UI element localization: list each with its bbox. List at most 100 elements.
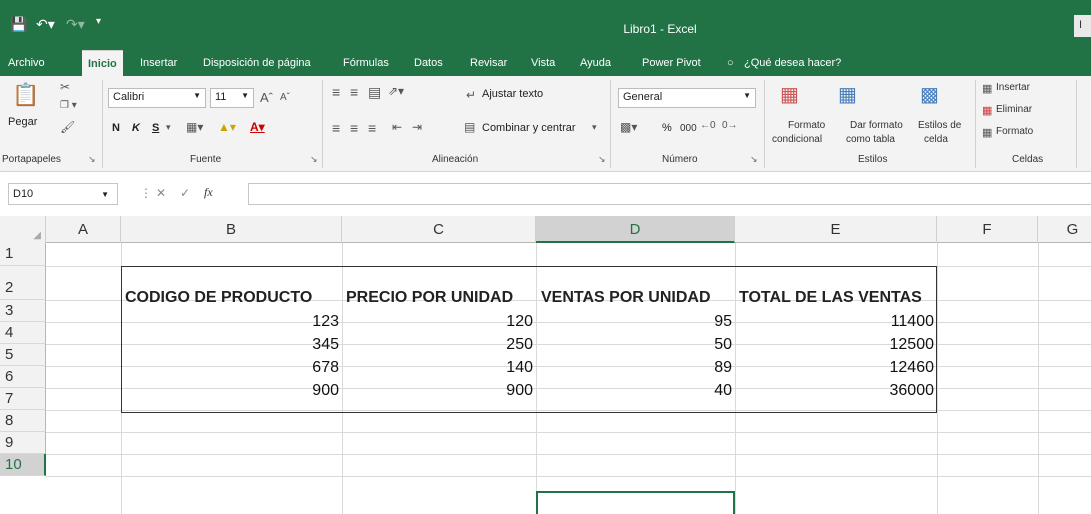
name-box[interactable]: D10 ▼: [8, 183, 118, 205]
cell-d5[interactable]: 89: [536, 357, 732, 379]
row-header-4[interactable]: 4: [0, 322, 46, 344]
orientation-icon[interactable]: ⇗▾: [388, 84, 404, 98]
chevron-down-icon[interactable]: ▾: [166, 122, 171, 133]
format-as-table-label-2[interactable]: como tabla: [846, 134, 895, 145]
selected-cell-d10[interactable]: [536, 491, 735, 514]
percent-button[interactable]: %: [662, 122, 672, 134]
chevron-down-icon[interactable]: ▾: [592, 122, 597, 133]
align-left-icon[interactable]: ≡: [332, 120, 340, 136]
enter-icon[interactable]: ✓: [180, 186, 190, 200]
insert-cells-button[interactable]: Insertar: [996, 82, 1030, 93]
cell-c5[interactable]: 140: [342, 357, 533, 379]
cell-c3[interactable]: 120: [342, 311, 533, 333]
format-painter-icon[interactable]: 🖌: [60, 120, 75, 134]
merge-center-icon[interactable]: ▤: [464, 120, 475, 134]
tab-formulas[interactable]: Fórmulas: [343, 50, 389, 76]
cell-b2[interactable]: CODIGO DE PRODUCTO: [125, 287, 312, 309]
cell-b6[interactable]: 900: [121, 380, 339, 402]
row-header-6[interactable]: 6: [0, 366, 46, 388]
conditional-format-label-1[interactable]: Formato: [788, 120, 825, 131]
row-header-7[interactable]: 7: [0, 388, 46, 410]
tab-inicio[interactable]: Inicio: [82, 50, 123, 78]
cell-c6[interactable]: 900: [342, 380, 533, 402]
tab-insertar[interactable]: Insertar: [140, 50, 177, 76]
column-header-f[interactable]: F: [937, 216, 1038, 243]
wrap-text-icon[interactable]: ↵: [466, 88, 476, 102]
comma-style-button[interactable]: 000: [680, 123, 697, 134]
row-header-2[interactable]: 2: [0, 266, 46, 300]
cell-e2[interactable]: TOTAL DE LAS VENTAS: [739, 287, 922, 309]
currency-format-icon[interactable]: ▩▾: [620, 120, 637, 134]
cell-d3[interactable]: 95: [536, 311, 732, 333]
cell-b3[interactable]: 123: [121, 311, 339, 333]
underline-button[interactable]: S: [152, 122, 159, 134]
cell-styles-icon[interactable]: ▩: [920, 82, 939, 107]
delete-cells-icon[interactable]: ▦: [982, 104, 992, 117]
tab-revisar[interactable]: Revisar: [470, 50, 507, 76]
select-all-corner[interactable]: ◢: [0, 216, 46, 243]
row-header-10[interactable]: 10: [0, 454, 46, 476]
cut-icon[interactable]: ✂: [60, 80, 70, 94]
borders-icon[interactable]: ▦▾: [186, 120, 203, 134]
align-right-icon[interactable]: ≡: [368, 120, 376, 136]
cell-e4[interactable]: 12500: [735, 334, 935, 356]
cell-c2[interactable]: PRECIO POR UNIDAD: [346, 287, 513, 309]
column-header-d[interactable]: D: [536, 216, 735, 243]
cell-b5[interactable]: 678: [121, 357, 339, 379]
align-center-icon[interactable]: ≡: [350, 120, 358, 136]
font-name-select[interactable]: Calibri ▼: [108, 88, 206, 108]
cell-b4[interactable]: 345: [121, 334, 339, 356]
worksheet-grid[interactable]: ◢ A B C D E F G 1 2 3 4 5 6 7 8 9 10 COD…: [0, 216, 1091, 514]
increase-indent-icon[interactable]: ⇥: [412, 120, 422, 134]
paste-button[interactable]: Pegar: [8, 116, 37, 128]
font-launcher-icon[interactable]: ↘: [310, 154, 318, 165]
tab-disposicion-pagina[interactable]: Disposición de página: [203, 50, 311, 76]
number-format-select[interactable]: General ▼: [618, 88, 756, 108]
cell-d6[interactable]: 40: [536, 380, 732, 402]
increase-decimal-icon[interactable]: ←0: [700, 120, 716, 131]
paste-icon[interactable]: 📋: [12, 82, 39, 108]
decrease-decimal-icon[interactable]: 0→: [722, 120, 738, 131]
row-header-9[interactable]: 9: [0, 432, 46, 454]
alignment-launcher-icon[interactable]: ↘: [598, 154, 606, 165]
column-header-a[interactable]: A: [46, 216, 121, 243]
format-cells-button[interactable]: Formato: [996, 126, 1033, 137]
clipboard-launcher-icon[interactable]: ↘: [88, 154, 96, 165]
column-header-c[interactable]: C: [342, 216, 536, 243]
merge-center-button[interactable]: Combinar y centrar: [482, 122, 576, 134]
fill-color-icon[interactable]: ▲▾: [218, 120, 236, 134]
align-bottom-icon[interactable]: ▤: [368, 84, 381, 101]
tab-ayuda[interactable]: Ayuda: [580, 50, 611, 76]
delete-cells-button[interactable]: Eliminar: [996, 104, 1032, 115]
column-header-e[interactable]: E: [735, 216, 937, 243]
row-header-8[interactable]: 8: [0, 410, 46, 432]
bold-button[interactable]: N: [112, 122, 120, 134]
row-header-5[interactable]: 5: [0, 344, 46, 366]
tab-power-pivot[interactable]: Power Pivot: [642, 50, 701, 76]
align-top-icon[interactable]: ≡: [332, 84, 340, 100]
conditional-format-icon[interactable]: ▦: [780, 82, 799, 107]
number-launcher-icon[interactable]: ↘: [750, 154, 758, 165]
formula-input[interactable]: [248, 183, 1091, 205]
tab-vista[interactable]: Vista: [531, 50, 555, 76]
decrease-indent-icon[interactable]: ⇤: [392, 120, 402, 134]
tab-archivo[interactable]: Archivo: [8, 50, 45, 76]
format-cells-icon[interactable]: ▦: [982, 126, 992, 139]
format-as-table-label-1[interactable]: Dar formato: [850, 120, 903, 131]
align-middle-icon[interactable]: ≡: [350, 84, 358, 100]
cell-styles-label-1[interactable]: Estilos de: [918, 120, 961, 131]
tell-me-search[interactable]: ¿Qué desea hacer?: [744, 50, 841, 76]
conditional-format-label-2[interactable]: condicional: [772, 134, 822, 145]
column-header-g[interactable]: G: [1038, 216, 1091, 243]
cell-d4[interactable]: 50: [536, 334, 732, 356]
sign-in-stub[interactable]: I: [1074, 15, 1091, 37]
italic-button[interactable]: K: [132, 122, 140, 134]
cell-d2[interactable]: VENTAS POR UNIDAD: [541, 287, 711, 309]
cell-e5[interactable]: 12460: [735, 357, 935, 379]
row-header-3[interactable]: 3: [0, 300, 46, 322]
cell-e3[interactable]: 11400: [735, 311, 934, 333]
copy-icon[interactable]: ❐ ▾: [60, 100, 77, 111]
font-size-select[interactable]: 11 ▼: [210, 88, 254, 108]
cell-e6[interactable]: 36000: [735, 380, 935, 402]
insert-function-icon[interactable]: fx: [204, 185, 213, 200]
